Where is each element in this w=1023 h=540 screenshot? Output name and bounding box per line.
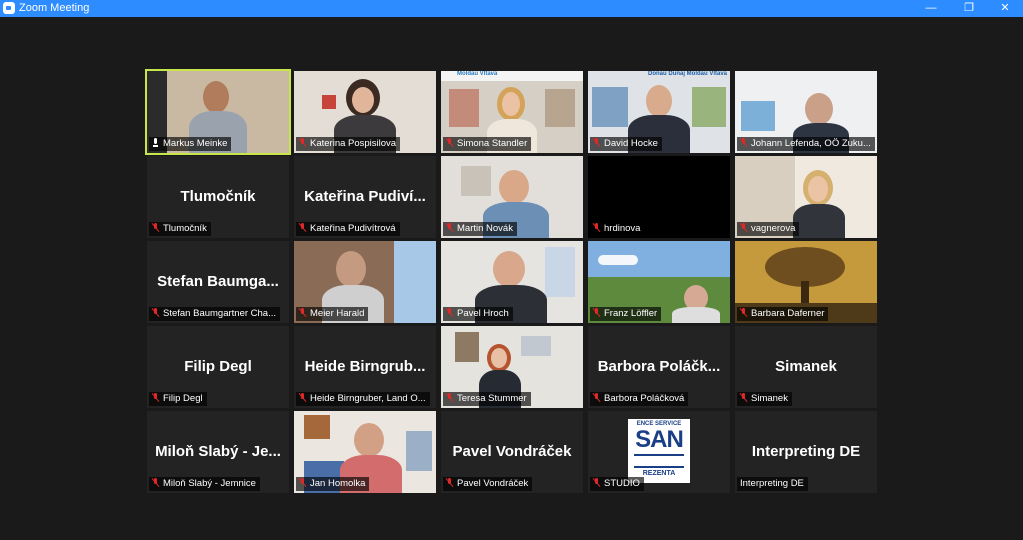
participant-tile-meier-harald[interactable]: Meier Harald: [294, 241, 436, 323]
participant-name-label: Markus Meinke: [149, 137, 232, 151]
participant-name-label: vagnerova: [737, 222, 800, 236]
microphone-muted-icon: [446, 308, 453, 317]
participant-display-name: Barbora Poláčk...: [597, 358, 721, 375]
participant-name-label: Miloň Slabý - Jemnice: [149, 477, 260, 491]
participant-tile-simanek[interactable]: Simanek Simanek: [735, 326, 877, 408]
microphone-muted-icon: [299, 223, 306, 232]
microphone-muted-icon: [740, 308, 747, 317]
microphone-muted-icon: [299, 308, 306, 317]
participant-name-label: Heide Birngruber, Land O...: [296, 392, 430, 406]
participant-tile-pavel-hroch[interactable]: Pavel Hroch: [441, 241, 583, 323]
microphone-muted-icon: [740, 223, 747, 232]
participant-display-name: Interpreting DE: [751, 443, 861, 460]
participant-tile-david-hocke[interactable]: Donau Dunaj Moldau Vltava David Hocke: [588, 71, 730, 153]
participant-tile-heide-birngruber[interactable]: Heide Birngrub... Heide Birngruber, Land…: [294, 326, 436, 408]
participant-name-label: Filip Degl: [149, 392, 207, 406]
participant-tile-vagnerova[interactable]: vagnerova: [735, 156, 877, 238]
zoom-app-icon: [3, 2, 15, 14]
participant-name-label: Franz Löffler: [590, 307, 662, 321]
participant-tile-katerina-pudivitrova[interactable]: Kateřina Pudiví... Kateřina Pudivítrová: [294, 156, 436, 238]
participant-name-label: Katerina Pospisilova: [296, 137, 401, 151]
participant-name-label: Teresa Stummer: [443, 392, 531, 406]
participant-display-name: Tlumočník: [180, 188, 256, 205]
participant-name-label: Stefan Baumgartner Cha...: [149, 307, 281, 321]
microphone-muted-icon: [446, 393, 453, 402]
microphone-muted-icon: [152, 223, 159, 232]
participant-name-label: Kateřina Pudivítrová: [296, 222, 400, 236]
participant-tile-milon-slaby[interactable]: Miloň Slabý - Je... Miloň Slabý - Jemnic…: [147, 411, 289, 493]
participant-tile-teresa-stummer[interactable]: Teresa Stummer: [441, 326, 583, 408]
microphone-muted-icon: [593, 478, 600, 487]
participant-display-name: Kateřina Pudiví...: [304, 188, 426, 205]
microphone-muted-icon: [152, 478, 159, 487]
microphone-muted-icon: [299, 393, 306, 402]
banner-text: Donau Dunaj Moldau Vltava: [648, 71, 728, 77]
microphone-muted-icon: [299, 478, 306, 487]
participant-tile-simona-standler[interactable]: Moldau Vltava Simona Standler: [441, 71, 583, 153]
participant-tile-studio[interactable]: ENCE SERVICE SAN REZENTA STUDIO: [588, 411, 730, 493]
participant-name-label: Interpreting DE: [737, 477, 808, 491]
participant-name-label: Simanek: [737, 392, 792, 406]
participant-tile-hrdinova[interactable]: hrdinova: [588, 156, 730, 238]
microphone-muted-icon: [593, 223, 600, 232]
participant-tile-franz-loeffler[interactable]: Franz Löffler: [588, 241, 730, 323]
participant-tile-martin-novak[interactable]: Martin Novák: [441, 156, 583, 238]
participant-name-label: Simona Standler: [443, 137, 532, 151]
participant-tile-filip-degl[interactable]: Filip Degl Filip Degl: [147, 326, 289, 408]
participant-name-label: Barbara Daferner: [737, 307, 829, 321]
participant-tile-johann-lefenda[interactable]: Johann Lefenda, OÖ Zuku...: [735, 71, 877, 153]
participant-tile-tlumocnik[interactable]: Tlumočník Tlumočník: [147, 156, 289, 238]
participant-name-label: Barbora Poláčková: [590, 392, 689, 406]
microphone-muted-icon: [593, 308, 600, 317]
microphone-icon: [152, 138, 159, 147]
participant-tile-markus-meinke[interactable]: Markus Meinke: [145, 69, 291, 155]
participant-name-label: Meier Harald: [296, 307, 369, 321]
participant-tile-barbora-polackova[interactable]: Barbora Poláčk... Barbora Poláčková: [588, 326, 730, 408]
participant-display-name: Miloň Slabý - Je...: [155, 443, 281, 460]
studio-logo: ENCE SERVICE SAN REZENTA: [628, 419, 690, 483]
participant-tile-pavel-vondracek[interactable]: Pavel Vondráček Pavel Vondráček: [441, 411, 583, 493]
microphone-muted-icon: [446, 478, 453, 487]
participant-display-name: Heide Birngrub...: [304, 358, 426, 375]
participant-display-name: Stefan Baumga...: [157, 273, 279, 290]
close-button[interactable]: ✕: [986, 0, 1023, 17]
participant-display-name: Simanek: [775, 358, 837, 375]
microphone-muted-icon: [740, 138, 747, 147]
microphone-muted-icon: [446, 223, 453, 232]
participant-name-label: Pavel Hroch: [443, 307, 513, 321]
participant-display-name: Filip Degl: [184, 358, 252, 375]
minimize-button[interactable]: —: [912, 0, 950, 17]
banner-text: Moldau Vltava: [457, 71, 498, 77]
participant-tile-katerina-pospisilova[interactable]: Katerina Pospisilova: [294, 71, 436, 153]
participant-name-label: Pavel Vondráček: [443, 477, 533, 491]
participant-name-label: Martin Novák: [443, 222, 517, 236]
participant-name-label: Johann Lefenda, OÖ Zuku...: [737, 137, 875, 151]
microphone-muted-icon: [593, 138, 600, 147]
microphone-muted-icon: [299, 138, 306, 147]
participant-tile-barbara-daferner[interactable]: Barbara Daferner: [735, 241, 877, 323]
participant-display-name: Pavel Vondráček: [452, 443, 572, 460]
microphone-muted-icon: [740, 393, 747, 402]
microphone-muted-icon: [152, 393, 159, 402]
title-bar: Zoom Meeting — ❐ ✕: [0, 0, 1023, 17]
maximize-button[interactable]: ❐: [950, 0, 988, 17]
participant-name-label: David Hocke: [590, 137, 662, 151]
participant-name-label: STUDIO: [590, 477, 644, 491]
participant-tile-interpreting-de[interactable]: Interpreting DE Interpreting DE: [735, 411, 877, 493]
microphone-muted-icon: [446, 138, 453, 147]
participant-name-label: hrdinova: [590, 222, 645, 236]
microphone-muted-icon: [593, 393, 600, 402]
participant-name-label: Tlumočník: [149, 222, 211, 236]
participant-tile-stefan-baumgartner[interactable]: Stefan Baumga... Stefan Baumgartner Cha.…: [147, 241, 289, 323]
microphone-muted-icon: [152, 308, 159, 317]
window-title: Zoom Meeting: [19, 2, 90, 14]
participant-name-label: Jan Homolka: [296, 477, 370, 491]
participant-tile-jan-homolka[interactable]: Jan Homolka: [294, 411, 436, 493]
